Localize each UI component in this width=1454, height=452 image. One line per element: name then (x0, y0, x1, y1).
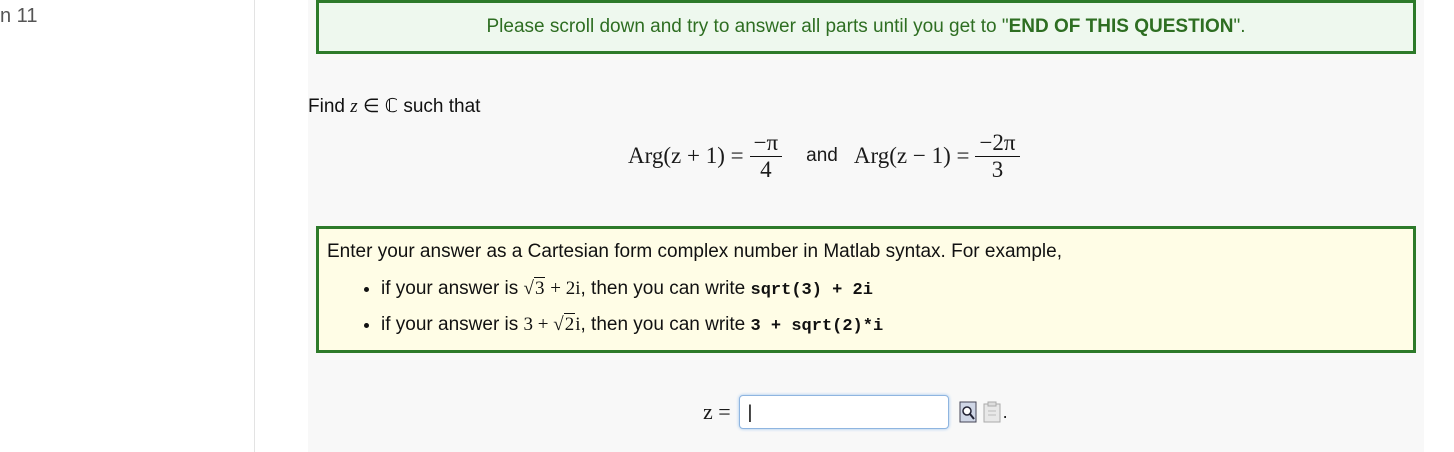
example-math-b: + 2i (545, 278, 581, 299)
example-code: sqrt(3) + 2i (750, 281, 873, 300)
prompt-in: ∈ (362, 96, 380, 117)
answer-input[interactable] (738, 395, 949, 429)
paste-icon[interactable] (983, 401, 1001, 423)
example-prefix: if your answer is (381, 278, 524, 299)
question-content: Please scroll down and try to answer all… (308, 0, 1424, 452)
banner-suffix: ". (1233, 16, 1246, 37)
prompt-find: Find (308, 96, 345, 117)
fraction-1-numerator: −π (749, 130, 783, 157)
equation-and: and (806, 145, 838, 166)
instructions-intro: Enter your answer as a Cartesian form co… (327, 241, 1062, 262)
example-code: 3 + sqrt(2)*i (750, 317, 884, 336)
answer-label: z = (703, 399, 731, 424)
question-number: n 11 (0, 5, 38, 27)
sidebar-divider (254, 0, 255, 452)
question-prompt: Find z ∈ ℂ such that (308, 95, 480, 118)
preview-icon[interactable] (959, 401, 977, 423)
example-math: 3 + √2i (523, 313, 580, 335)
instructions-box: Enter your answer as a Cartesian form co… (316, 226, 1416, 353)
equation-lhs2: Arg(z − 1) = (853, 143, 970, 168)
banner-bold: END OF THIS QUESTION (1008, 16, 1234, 37)
banner-prefix: Please scroll down and try to answer all… (486, 16, 1009, 37)
example-math-a: 3 + (523, 314, 554, 335)
example-radicand: 2 (563, 313, 576, 335)
example-middle: , then you can write (580, 278, 751, 299)
example-prefix: if your answer is (381, 314, 524, 335)
example-middle: , then you can write (580, 314, 751, 335)
example-radicand: 3 (533, 277, 546, 299)
sqrt-symbol: √3 (523, 277, 546, 299)
fraction-2-denominator: 3 (991, 156, 1004, 182)
answer-row: z = . (703, 392, 1008, 432)
prompt-such-that: such that (403, 96, 481, 117)
scroll-banner: Please scroll down and try to answer all… (316, 0, 1416, 54)
prompt-set: ℂ (384, 96, 399, 117)
fraction-1-denominator: 4 (760, 156, 772, 182)
sqrt-symbol: √2 (553, 313, 576, 335)
example-math: √3 + 2i (524, 277, 581, 299)
fraction-2-numerator: −2π (975, 130, 1020, 157)
equation-lhs1: Arg(z + 1) = (628, 143, 744, 168)
prompt-var: z (350, 96, 358, 117)
example-item: if your answer is √3 + 2i, then you can … (381, 275, 883, 311)
equation: Arg(z + 1) = −π 4 and Arg(z − 1) = −2π 3 (628, 125, 1026, 187)
fraction-2: −2π 3 (975, 130, 1020, 183)
example-list: if your answer is √3 + 2i, then you can … (351, 275, 883, 347)
fraction-1: −π 4 (749, 130, 783, 183)
example-item: if your answer is 3 + √2i, then you can … (381, 311, 883, 347)
answer-trailing: . (1002, 401, 1008, 422)
